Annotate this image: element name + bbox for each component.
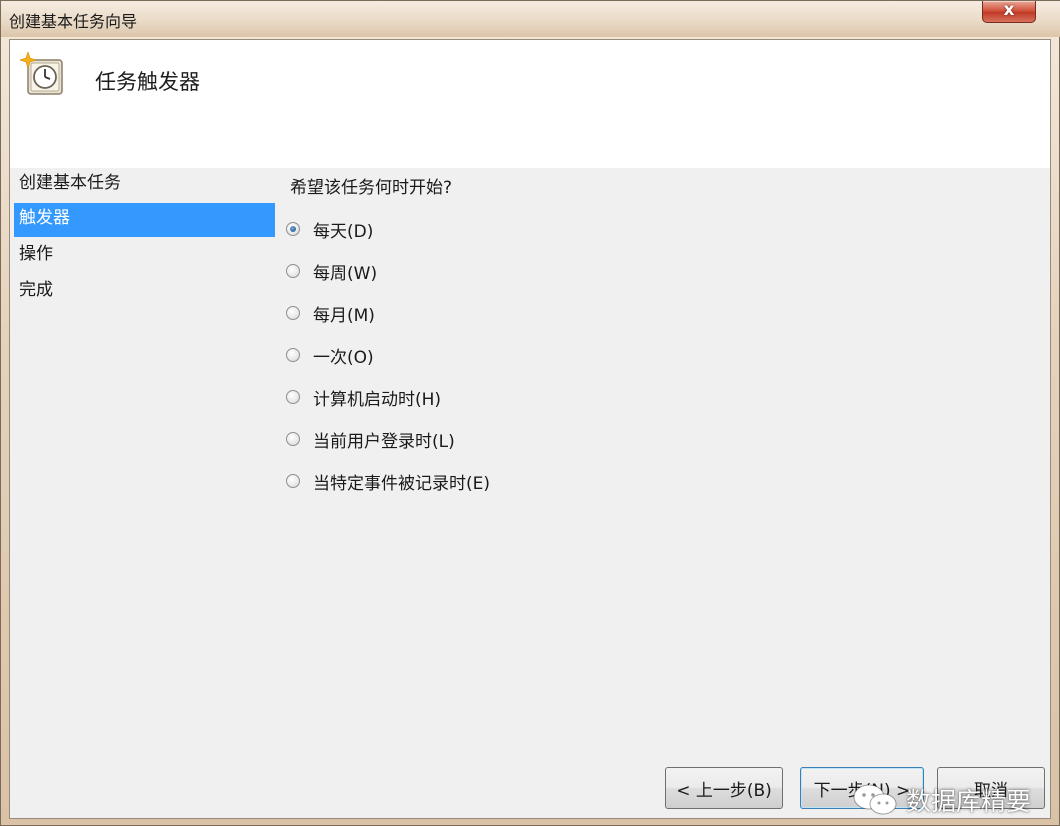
back-button[interactable]: < 上一步(B): [665, 767, 783, 809]
trigger-question: 希望该任务何时开始?: [290, 178, 453, 198]
sidebar-item-trigger[interactable]: 触发器: [14, 203, 275, 237]
wizard-client-area: 任务触发器 创建基本任务 触发器 操作 完成 希望该任务何时开始? 每天(D) …: [9, 39, 1051, 819]
wizard-steps-sidebar: 创建基本任务 触发器 操作 完成: [10, 168, 275, 818]
radio-button[interactable]: [286, 306, 300, 320]
radio-option-weekly[interactable]: 每周(W): [286, 258, 377, 284]
wizard-window: 创建基本任务向导 x 任务触发器 创建基本任务 触发器 操作 完成 希望该任务何…: [0, 0, 1060, 826]
radio-label[interactable]: 当前用户登录时(L): [313, 427, 455, 452]
radio-button[interactable]: [286, 348, 300, 362]
sidebar-item-finish[interactable]: 完成: [14, 275, 275, 309]
sidebar-item-action[interactable]: 操作: [14, 239, 275, 273]
radio-option-once[interactable]: 一次(O): [286, 342, 374, 368]
radio-label[interactable]: 每月(M): [313, 301, 375, 326]
watermark: 数据库精要: [852, 782, 1031, 818]
radio-label[interactable]: 当特定事件被记录时(E): [313, 469, 490, 494]
radio-option-on-event[interactable]: 当特定事件被记录时(E): [286, 468, 490, 494]
radio-label[interactable]: 一次(O): [313, 343, 374, 368]
radio-label[interactable]: 每天(D): [313, 217, 373, 242]
close-icon: x: [1003, 0, 1015, 20]
radio-button[interactable]: [286, 390, 300, 404]
radio-button[interactable]: [286, 264, 300, 278]
page-title: 任务触发器: [95, 70, 200, 94]
wechat-icon: [853, 784, 897, 815]
title-bar[interactable]: 创建基本任务向导 x: [1, 0, 1060, 37]
radio-label[interactable]: 每周(W): [313, 259, 377, 284]
watermark-text: 数据库精要: [906, 787, 1032, 816]
scheduled-task-clock-icon: [20, 52, 63, 95]
radio-option-at-startup[interactable]: 计算机启动时(H): [286, 384, 441, 410]
radio-option-daily[interactable]: 每天(D): [286, 216, 373, 242]
wizard-header: 任务触发器: [10, 40, 1050, 168]
close-button[interactable]: x: [982, 0, 1036, 23]
radio-button-checked[interactable]: [286, 222, 300, 236]
radio-button[interactable]: [286, 432, 300, 446]
radio-label[interactable]: 计算机启动时(H): [313, 385, 441, 410]
sidebar-item-create-basic-task[interactable]: 创建基本任务: [14, 168, 275, 202]
window-title: 创建基本任务向导: [9, 12, 138, 31]
radio-button[interactable]: [286, 474, 300, 488]
radio-option-monthly[interactable]: 每月(M): [286, 300, 375, 326]
radio-option-at-logon[interactable]: 当前用户登录时(L): [286, 426, 455, 452]
